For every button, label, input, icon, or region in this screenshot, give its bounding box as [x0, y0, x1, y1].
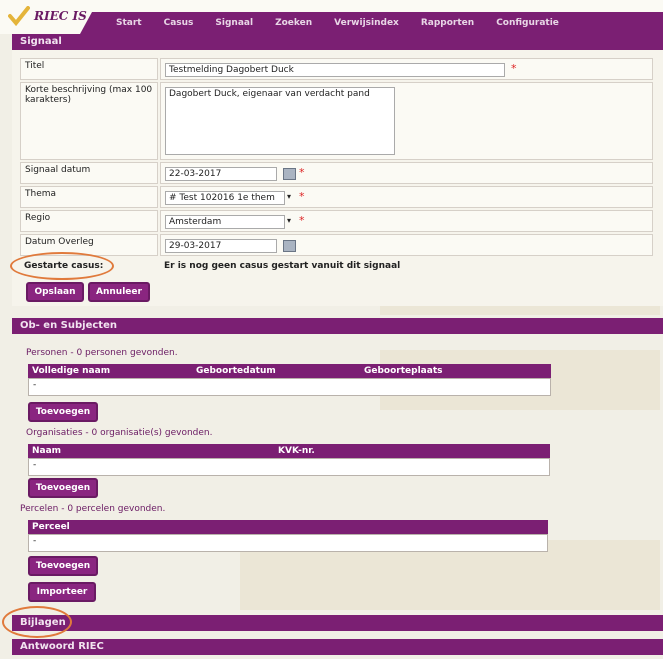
- beschrijving-row: Korte beschrijving (max 100 karakters) D…: [20, 82, 653, 160]
- nav-rapporten[interactable]: Rapporten: [421, 18, 474, 28]
- nav-configuratie[interactable]: Configuratie: [496, 18, 559, 28]
- check-logo-icon: [8, 6, 30, 26]
- gestarte-casus-value: Er is nog geen casus gestart vanuit dit …: [164, 261, 401, 271]
- add-organisatie-button[interactable]: Toevoegen: [28, 478, 98, 498]
- signaal-datum-cell: 22-03-2017 *: [160, 162, 653, 184]
- empty-cell: -: [33, 536, 37, 546]
- chevron-down-icon[interactable]: ▾: [287, 192, 291, 201]
- personen-table: Volledige naam Geboortedatum Geboortepla…: [28, 364, 551, 396]
- beschrijving-label: Korte beschrijving (max 100 karakters): [20, 82, 158, 160]
- titel-row: Titel Testmelding Dagobert Duck *: [20, 58, 653, 80]
- gestarte-casus-row: Gestarte casus: Er is nog geen casus ges…: [20, 258, 653, 276]
- save-button[interactable]: Opslaan: [26, 282, 84, 302]
- main-nav: Start Casus Signaal Zoeken Verwijsindex …: [80, 12, 663, 34]
- col-volledige-naam[interactable]: Volledige naam: [32, 364, 110, 378]
- nav-verwijsindex[interactable]: Verwijsindex: [334, 18, 399, 28]
- nav-zoeken[interactable]: Zoeken: [275, 18, 312, 28]
- titel-input[interactable]: Testmelding Dagobert Duck: [165, 63, 505, 77]
- col-perceel[interactable]: Perceel: [32, 520, 70, 534]
- nav-start[interactable]: Start: [116, 18, 142, 28]
- cancel-button[interactable]: Annuleer: [88, 282, 150, 302]
- col-geboorteplaats[interactable]: Geboorteplaats: [364, 364, 442, 378]
- required-marker: *: [299, 214, 305, 227]
- thema-row: Thema # Test 102016 1e them ▾ *: [20, 186, 653, 208]
- organisaties-table: Naam KVK-nr. -: [28, 444, 550, 476]
- datum-overleg-row: Datum Overleg 29-03-2017: [20, 234, 653, 256]
- antwoord-riec-bar[interactable]: Antwoord RIEC: [12, 639, 663, 655]
- thema-select[interactable]: # Test 102016 1e them: [165, 191, 285, 205]
- signaal-datum-input[interactable]: 22-03-2017: [165, 167, 277, 181]
- table-row: -: [28, 534, 548, 552]
- organisaties-table-header: Naam KVK-nr.: [28, 444, 550, 458]
- col-geboortedatum[interactable]: Geboortedatum: [196, 364, 276, 378]
- datum-overleg-cell: 29-03-2017: [160, 234, 653, 256]
- logo[interactable]: RIEC IS: [8, 6, 87, 26]
- calendar-icon[interactable]: [283, 168, 296, 180]
- thema-label: Thema: [20, 186, 158, 208]
- percelen-table-header: Perceel: [28, 520, 548, 534]
- signaal-section-title: Signaal: [12, 34, 663, 50]
- import-button[interactable]: Importeer: [28, 582, 96, 602]
- beschrijving-textarea[interactable]: Dagobert Duck, eigenaar van verdacht pan…: [165, 87, 395, 155]
- required-marker: *: [299, 190, 305, 203]
- organisaties-count: Organisaties - 0 organisatie(s) gevonden…: [26, 428, 213, 438]
- header: RIEC IS Start Casus Signaal Zoeken Verwi…: [0, 0, 663, 34]
- titel-cell: Testmelding Dagobert Duck *: [160, 58, 653, 80]
- required-marker: *: [511, 62, 517, 75]
- personen-count: Personen - 0 personen gevonden.: [26, 348, 178, 358]
- signaal-datum-label: Signaal datum: [20, 162, 158, 184]
- signaal-datum-row: Signaal datum 22-03-2017 *: [20, 162, 653, 184]
- add-persoon-button[interactable]: Toevoegen: [28, 402, 98, 422]
- regio-label: Regio: [20, 210, 158, 232]
- logo-text: RIEC IS: [34, 9, 87, 23]
- table-row: -: [28, 378, 551, 396]
- col-kvk-nr[interactable]: KVK-nr.: [278, 444, 315, 458]
- regio-cell: Amsterdam ▾ *: [160, 210, 653, 232]
- percelen-table: Perceel -: [28, 520, 548, 552]
- regio-row: Regio Amsterdam ▾ *: [20, 210, 653, 232]
- beschrijving-cell: Dagobert Duck, eigenaar van verdacht pan…: [160, 82, 653, 160]
- add-perceel-button[interactable]: Toevoegen: [28, 556, 98, 576]
- nav-signaal[interactable]: Signaal: [215, 18, 253, 28]
- empty-cell: -: [33, 460, 37, 470]
- col-naam[interactable]: Naam: [32, 444, 61, 458]
- objecten-section-title: Ob- en Subjecten: [12, 318, 663, 334]
- bijlagen-bar[interactable]: Bijlagen: [12, 615, 663, 631]
- personen-table-header: Volledige naam Geboortedatum Geboortepla…: [28, 364, 551, 378]
- titel-label: Titel: [20, 58, 158, 80]
- objecten-panel: Ob- en Subjecten: [12, 318, 663, 334]
- regio-select[interactable]: Amsterdam: [165, 215, 285, 229]
- chevron-down-icon[interactable]: ▾: [287, 216, 291, 225]
- empty-cell: -: [33, 380, 37, 390]
- highlight-circle: [2, 606, 72, 638]
- highlight-circle: [10, 252, 114, 280]
- percelen-count: Percelen - 0 percelen gevonden.: [20, 504, 166, 514]
- table-row: -: [28, 458, 550, 476]
- calendar-icon[interactable]: [283, 240, 296, 252]
- required-marker: *: [299, 166, 305, 179]
- nav-casus[interactable]: Casus: [164, 18, 194, 28]
- datum-overleg-input[interactable]: 29-03-2017: [165, 239, 277, 253]
- thema-cell: # Test 102016 1e them ▾ *: [160, 186, 653, 208]
